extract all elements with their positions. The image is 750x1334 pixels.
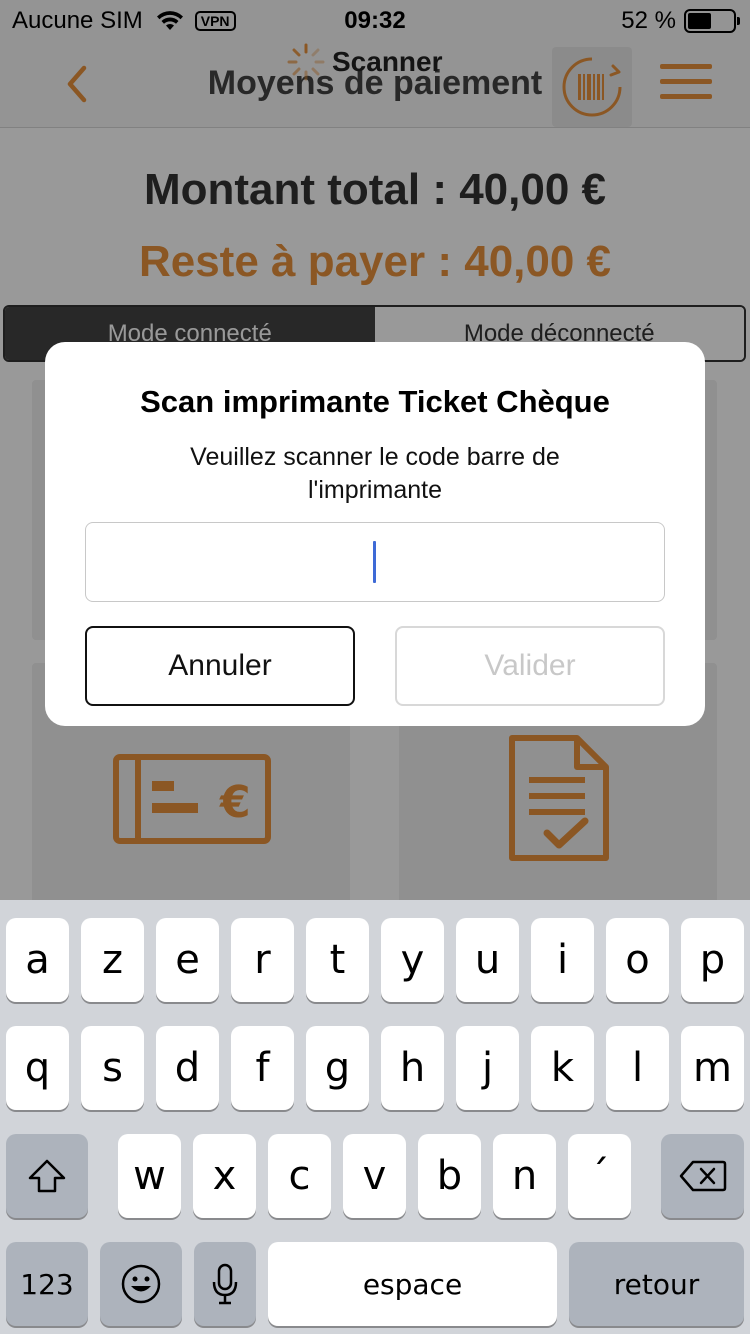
text-caret bbox=[373, 541, 376, 583]
key-o[interactable]: o bbox=[606, 918, 669, 1002]
emoji-icon bbox=[121, 1264, 161, 1304]
shift-arrow-icon bbox=[28, 1159, 66, 1193]
key-d[interactable]: d bbox=[156, 1026, 219, 1110]
barcode-input[interactable] bbox=[85, 522, 665, 602]
key-r[interactable]: r bbox=[231, 918, 294, 1002]
key-f[interactable]: f bbox=[231, 1026, 294, 1110]
dialog-title: Scan imprimante Ticket Chèque bbox=[140, 384, 610, 419]
keyboard: a z e r t y u i o p q s d f g h j k l m … bbox=[0, 900, 750, 1334]
numbers-key[interactable]: 123 bbox=[6, 1242, 88, 1326]
dialog-message: Veuillez scanner le code barre de l'impr… bbox=[190, 443, 560, 504]
key-v[interactable]: v bbox=[343, 1134, 406, 1218]
emoji-key[interactable] bbox=[100, 1242, 182, 1326]
key-a[interactable]: a bbox=[6, 918, 69, 1002]
shift-key[interactable] bbox=[6, 1134, 88, 1218]
backspace-key[interactable] bbox=[661, 1134, 744, 1218]
key-x[interactable]: x bbox=[193, 1134, 256, 1218]
backspace-icon bbox=[679, 1160, 726, 1192]
key-w[interactable]: w bbox=[118, 1134, 181, 1218]
key-q[interactable]: q bbox=[6, 1026, 69, 1110]
key-n[interactable]: n bbox=[493, 1134, 556, 1218]
key-p[interactable]: p bbox=[681, 918, 744, 1002]
key-k[interactable]: k bbox=[531, 1026, 594, 1110]
key-l[interactable]: l bbox=[606, 1026, 669, 1110]
key-e[interactable]: e bbox=[156, 918, 219, 1002]
key-acute-accent[interactable]: ´ bbox=[568, 1134, 631, 1218]
microphone-key[interactable] bbox=[194, 1242, 256, 1326]
validate-button[interactable]: Valider bbox=[395, 626, 665, 706]
key-s[interactable]: s bbox=[81, 1026, 144, 1110]
key-j[interactable]: j bbox=[456, 1026, 519, 1110]
key-u[interactable]: u bbox=[456, 918, 519, 1002]
key-t[interactable]: t bbox=[306, 918, 369, 1002]
cancel-button[interactable]: Annuler bbox=[85, 626, 355, 706]
key-y[interactable]: y bbox=[381, 918, 444, 1002]
key-m[interactable]: m bbox=[681, 1026, 744, 1110]
key-c[interactable]: c bbox=[268, 1134, 331, 1218]
return-key[interactable]: retour bbox=[569, 1242, 744, 1326]
scan-printer-dialog: Scan imprimante Ticket Chèque Veuillez s… bbox=[45, 342, 705, 726]
space-key[interactable]: espace bbox=[268, 1242, 557, 1326]
key-z[interactable]: z bbox=[81, 918, 144, 1002]
key-h[interactable]: h bbox=[381, 1026, 444, 1110]
key-g[interactable]: g bbox=[306, 1026, 369, 1110]
key-b[interactable]: b bbox=[418, 1134, 481, 1218]
microphone-icon bbox=[212, 1263, 238, 1305]
key-i[interactable]: i bbox=[531, 918, 594, 1002]
